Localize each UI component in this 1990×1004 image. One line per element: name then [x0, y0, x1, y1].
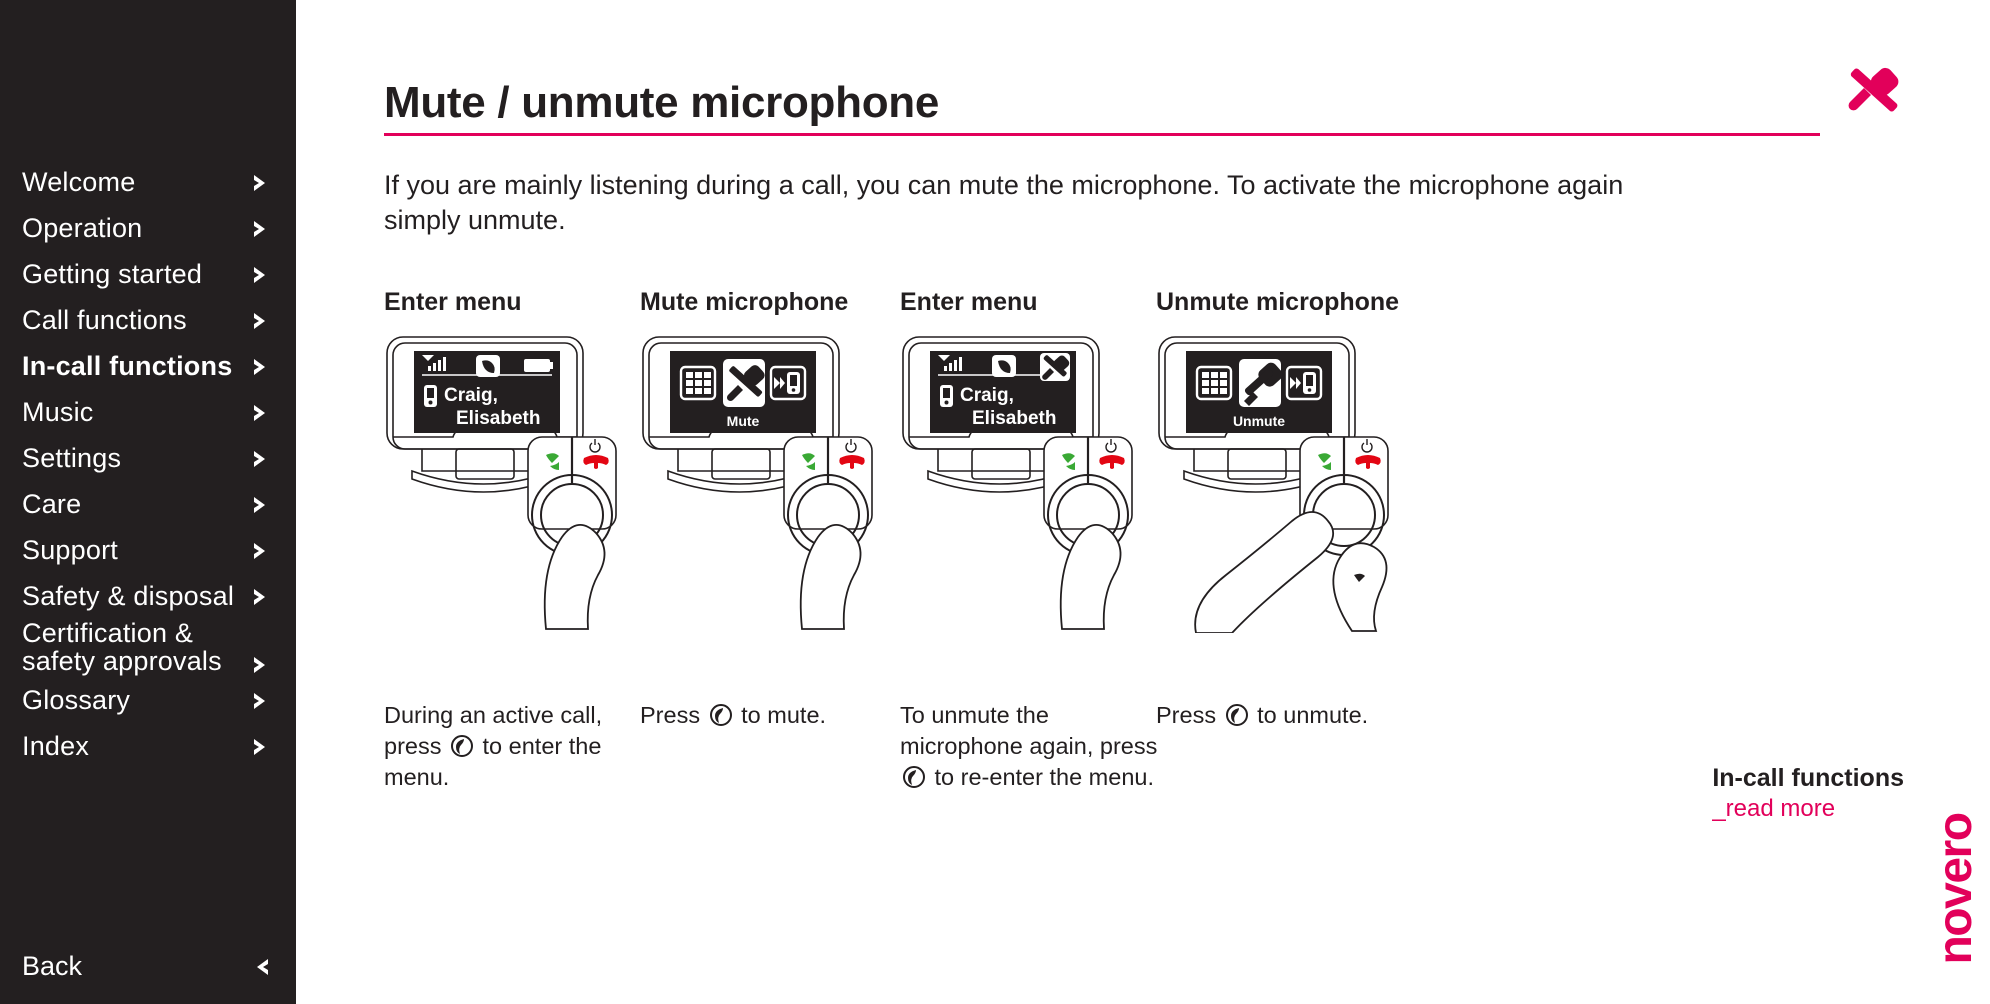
sidebar-item-certification-safety-approvals[interactable]: Certification & safety approvals — [0, 620, 296, 678]
title-divider — [384, 133, 1820, 136]
sidebar-item-settings[interactable]: Settings — [0, 436, 296, 482]
device-illustration-1: Craig, Elisabeth — [384, 333, 634, 633]
sidebar-item-welcome[interactable]: Welcome — [0, 160, 296, 206]
sidebar-item-label: Glossary — [22, 685, 131, 716]
muted-microphone-icon — [1040, 353, 1070, 381]
sidebar-item-label: Certification & safety approvals — [22, 618, 222, 677]
device-illustration-4: Unmute — [1156, 333, 1406, 633]
read-more-link[interactable]: _read more — [1712, 795, 1904, 823]
chevron-right-icon — [250, 310, 272, 332]
chevron-right-icon — [250, 494, 272, 516]
step-4: Unmute microphone Unmute — [1156, 288, 1466, 633]
caption-text-before: Press — [640, 702, 701, 728]
step-caption-1: During an active call, press to enter th… — [384, 700, 644, 793]
sidebar-item-index[interactable]: Index — [0, 724, 296, 770]
caption-text-after: to re-enter the menu. — [934, 764, 1154, 791]
chevron-left-icon — [250, 956, 272, 978]
handset-icon — [476, 355, 500, 377]
contact-line-2: Elisabeth — [972, 408, 1056, 429]
step-title: Unmute microphone — [1156, 288, 1400, 316]
sidebar: Welcome Operation Getting started Call f… — [0, 0, 296, 1004]
intro-paragraph: If you are mainly listening during a cal… — [384, 170, 1624, 236]
chevron-right-icon — [250, 690, 272, 712]
battery-full-icon — [524, 359, 553, 372]
chevron-right-icon — [250, 402, 272, 424]
contact-line-2: Elisabeth — [456, 408, 540, 429]
mobile-phone-icon — [940, 385, 953, 407]
nav-dial-button-icon — [1225, 703, 1249, 727]
sidebar-item-operation[interactable]: Operation — [0, 206, 296, 252]
menu-label: Mute — [727, 413, 760, 429]
step-caption-3: To unmute the microphone again, press to… — [900, 700, 1160, 793]
sidebar-item-label: Support — [22, 535, 118, 566]
step-caption-4: Press to unmute. — [1156, 700, 1416, 731]
contact-line-1: Craig, — [444, 385, 498, 406]
sidebar-item-label: Index — [22, 731, 90, 762]
sidebar-item-label: Operation — [22, 213, 143, 244]
caption-text-before: To unmute the microphone again, press — [900, 702, 1158, 760]
caption-text-before: Press — [1156, 702, 1217, 728]
sidebar-item-label: Settings — [22, 443, 122, 474]
chevron-right-icon — [250, 736, 272, 758]
sidebar-item-label: Welcome — [22, 167, 136, 198]
sidebar-item-music[interactable]: Music — [0, 390, 296, 436]
sidebar-item-safety-disposal[interactable]: Safety & disposal — [0, 574, 296, 620]
back-button-label: Back — [22, 951, 83, 981]
main-content: Mute / unmute microphone If you are main… — [296, 0, 1990, 1004]
chevron-right-icon — [250, 540, 272, 562]
sidebar-item-call-functions[interactable]: Call functions — [0, 298, 296, 344]
read-more-title: In-call functions — [1712, 764, 1904, 792]
chevron-right-icon — [250, 654, 272, 676]
sidebar-item-support[interactable]: Support — [0, 528, 296, 574]
sidebar-item-getting-started[interactable]: Getting started — [0, 252, 296, 298]
page-root: Welcome Operation Getting started Call f… — [0, 0, 1990, 1004]
sidebar-item-label: In-call functions — [22, 351, 233, 382]
muted-microphone-icon — [1840, 62, 1906, 124]
sidebar-item-label: Safety & disposal — [22, 581, 235, 612]
sidebar-item-in-call-functions[interactable]: In-call functions — [0, 344, 296, 390]
brand-logo-text: novero — [1928, 813, 1982, 965]
device-illustration-2: Mute — [640, 333, 890, 633]
chevron-right-icon — [250, 448, 272, 470]
sidebar-item-glossary[interactable]: Glossary — [0, 678, 296, 724]
nav-dial-button-icon — [450, 734, 474, 758]
sidebar-nav: Welcome Operation Getting started Call f… — [0, 160, 296, 770]
nav-dial-button-icon — [709, 703, 733, 727]
read-more-block: In-call functions _read more — [1712, 764, 1904, 823]
sidebar-item-label: Getting started — [22, 259, 203, 290]
mobile-phone-icon — [424, 385, 437, 407]
handset-icon — [992, 355, 1016, 377]
page-title: Mute / unmute microphone — [384, 78, 940, 127]
chevron-right-icon — [250, 586, 272, 608]
steps-container: Enter menu Craig, Elisabeth Mute microph… — [384, 288, 1904, 708]
chevron-right-icon — [250, 356, 272, 378]
sidebar-item-care[interactable]: Care — [0, 482, 296, 528]
caption-text-after: to unmute. — [1257, 702, 1369, 728]
sidebar-item-label: Care — [22, 489, 82, 520]
chevron-right-icon — [250, 264, 272, 286]
menu-label: Unmute — [1233, 413, 1285, 429]
back-button[interactable]: Back — [0, 951, 296, 982]
chevron-right-icon — [250, 218, 272, 240]
nav-dial-button-icon — [902, 765, 926, 789]
chevron-right-icon — [250, 172, 272, 194]
contact-line-1: Craig, — [960, 385, 1014, 406]
sidebar-item-label: Call functions — [22, 305, 187, 336]
brand-logo: novero — [1920, 774, 1990, 1004]
sidebar-item-label: Music — [22, 397, 94, 428]
step-caption-2: Press to mute. — [640, 700, 900, 731]
caption-text-after: to mute. — [741, 702, 827, 728]
device-illustration-3: Craig, Elisabeth — [900, 333, 1150, 633]
